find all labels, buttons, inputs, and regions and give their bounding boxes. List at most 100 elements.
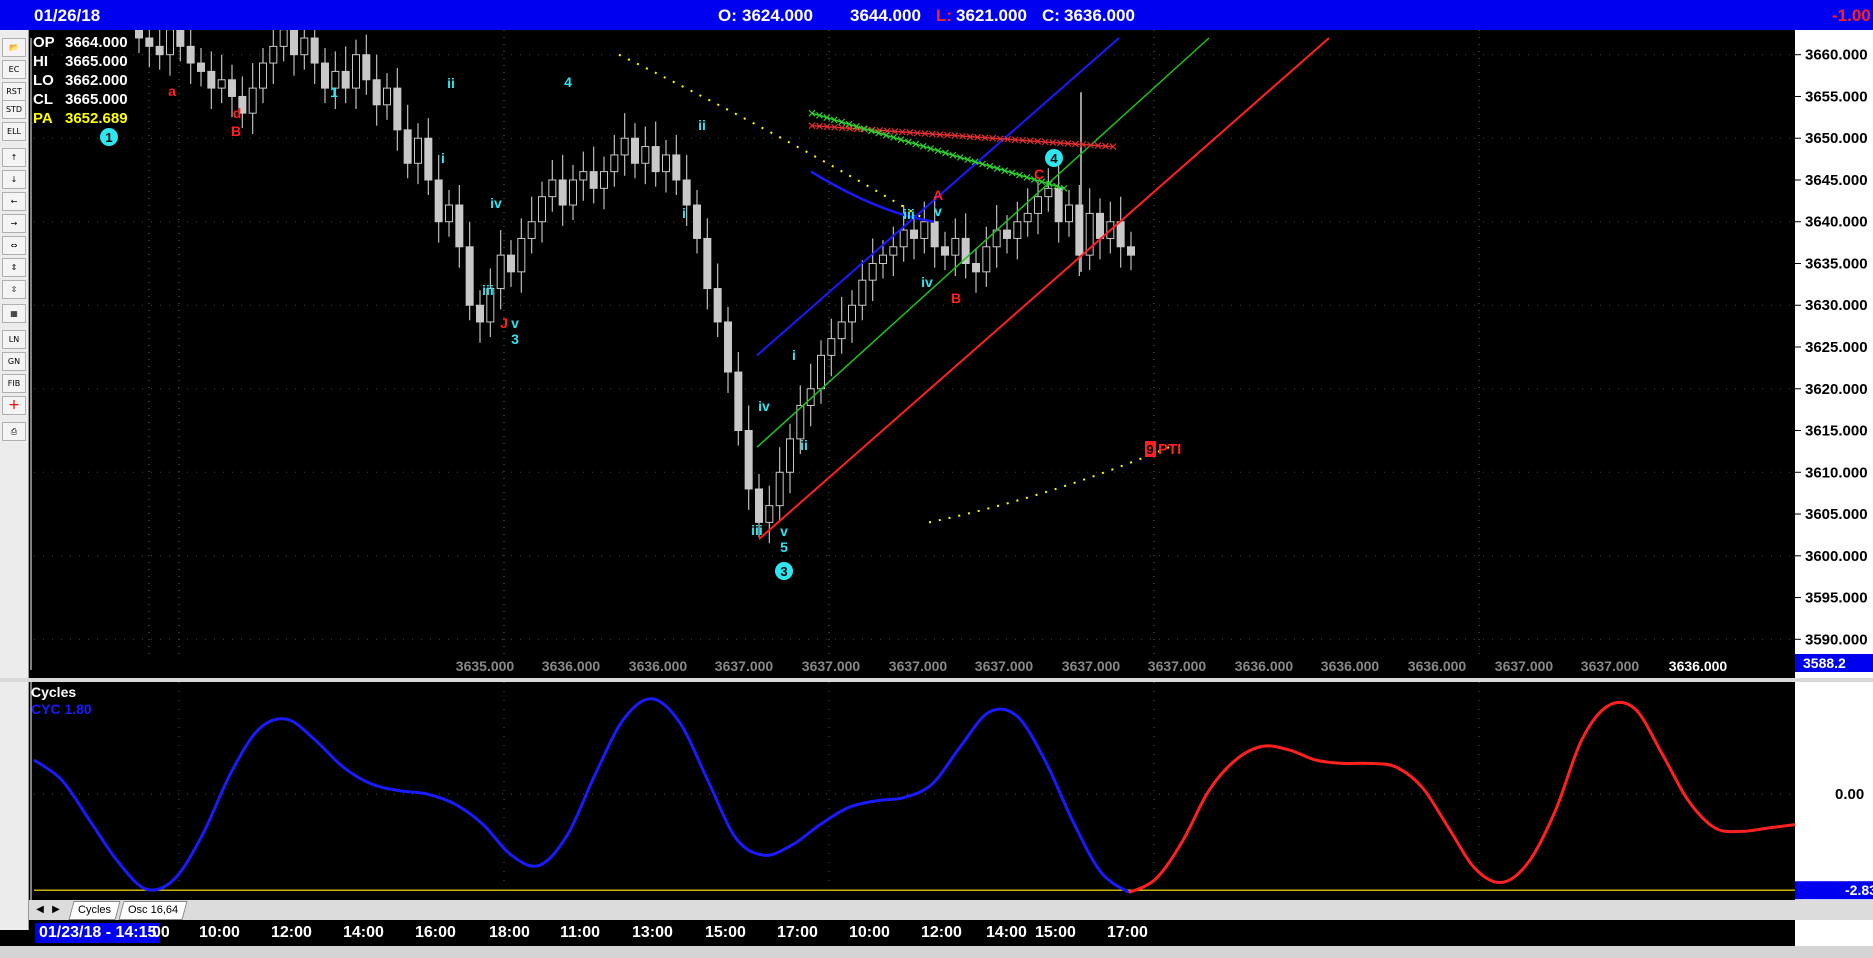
candle-body bbox=[186, 45, 195, 64]
wave-label: v bbox=[511, 315, 519, 331]
candle-body bbox=[755, 488, 763, 523]
header-high: 3644.000 bbox=[850, 6, 921, 25]
candle-body bbox=[734, 371, 743, 432]
header-open: 3624.000 bbox=[742, 6, 813, 25]
wave-label: ii bbox=[698, 117, 706, 133]
left-icon[interactable]: ← bbox=[2, 192, 26, 211]
circled-wave-label: 1 bbox=[105, 130, 112, 145]
header-close: 3636.000 bbox=[1064, 6, 1135, 25]
elliott-icon[interactable]: ELL bbox=[2, 122, 26, 141]
candle-body bbox=[631, 137, 639, 164]
down-icon[interactable]: ↓ bbox=[2, 170, 26, 189]
candle-body bbox=[879, 254, 887, 264]
readout-op_label: OP bbox=[33, 34, 55, 51]
price-tick-label: 3640.000 bbox=[1805, 214, 1868, 231]
candle-body bbox=[848, 304, 856, 323]
candle-body bbox=[579, 171, 588, 181]
lines-icon[interactable]: LN bbox=[2, 330, 26, 349]
bottom-value-label: 3636.000 bbox=[1235, 658, 1294, 674]
right-icon[interactable]: → bbox=[2, 214, 26, 233]
candle-body bbox=[827, 338, 836, 356]
candle-body bbox=[300, 37, 309, 56]
reset-icon[interactable]: RST bbox=[2, 82, 26, 101]
wave-label: B bbox=[231, 123, 241, 139]
open-folder-icon[interactable]: 📂 bbox=[2, 38, 26, 57]
candle-body bbox=[383, 87, 391, 106]
candle-body bbox=[414, 137, 422, 164]
bottom-value-label: 3636.000 bbox=[629, 658, 688, 674]
status-bar bbox=[0, 946, 1873, 958]
candle-body bbox=[682, 179, 691, 206]
time-axis-corner bbox=[1795, 920, 1873, 946]
candle-body bbox=[951, 237, 960, 256]
time-current-box: 01/23/18 - 14:15 bbox=[35, 923, 161, 943]
chart-grid bbox=[34, 30, 1795, 660]
candle-body bbox=[197, 62, 205, 72]
projection-dots-lower bbox=[928, 446, 1170, 524]
left-toolbar: 📂 EC RST STD ELL ↑ ↓ ← → ⇔ ⇕ ⇳ ▦ LN GN FIB + ⎙ bbox=[0, 30, 29, 930]
readout-lo: 3662.000 bbox=[65, 72, 128, 89]
zoom-icon[interactable]: ⇳ bbox=[2, 280, 26, 299]
candle-body bbox=[889, 246, 898, 256]
candle-body bbox=[1023, 212, 1032, 223]
candle-body bbox=[651, 146, 660, 173]
candle-body bbox=[1075, 204, 1084, 256]
osc-title: Cycles bbox=[31, 684, 76, 700]
candle-body bbox=[424, 137, 433, 181]
wave-label: v bbox=[934, 203, 942, 219]
osc-min-label: -2.83 bbox=[1845, 882, 1873, 898]
study-tab-bar: ◀ ▶ Cycles Osc 16,64 bbox=[29, 900, 1873, 920]
fib-icon[interactable]: FIB bbox=[2, 374, 26, 393]
candle-body bbox=[228, 79, 236, 97]
candle-body bbox=[558, 179, 567, 206]
price-tick-label: 3655.000 bbox=[1805, 88, 1868, 105]
tab-scroll-right-icon[interactable]: ▶ bbox=[49, 902, 63, 917]
wave-label: iv bbox=[921, 274, 933, 290]
candle-body bbox=[765, 505, 774, 523]
candle-body bbox=[548, 179, 557, 198]
time-axis-label: 14:00 bbox=[986, 924, 1027, 941]
bottom-value-label: 3635.000 bbox=[456, 658, 515, 674]
candle-body bbox=[455, 204, 464, 248]
candle-body bbox=[496, 254, 505, 290]
time-axis-label: 12:00 bbox=[271, 924, 312, 941]
wave-label: C bbox=[1034, 166, 1044, 182]
candle-body bbox=[207, 70, 216, 89]
gann-icon[interactable]: GN bbox=[2, 352, 26, 371]
tab-cycles[interactable]: Cycles bbox=[68, 901, 121, 920]
wave-label: J bbox=[500, 315, 508, 331]
elliott-count-icon[interactable]: EC bbox=[2, 60, 26, 79]
candle-body bbox=[279, 30, 288, 47]
readout-cl_label: CL bbox=[33, 91, 53, 108]
wave-label: iii bbox=[751, 522, 763, 538]
print-icon[interactable]: ⎙ bbox=[2, 422, 26, 441]
header-change: -1.00 bbox=[1832, 6, 1871, 25]
price-chart[interactable]: 3660.000 3655.000 3650.000 3645.000 3640.000… bbox=[29, 30, 1873, 678]
header-close-label: C: bbox=[1042, 6, 1060, 25]
candle-body bbox=[713, 288, 722, 323]
up-icon[interactable]: ↑ bbox=[2, 148, 26, 167]
candle-body bbox=[868, 262, 877, 281]
candle-body bbox=[321, 62, 329, 89]
wave-label: 1 bbox=[330, 84, 338, 100]
wave-label: A bbox=[933, 187, 943, 203]
tab-osc[interactable]: Osc 16,64 bbox=[118, 901, 188, 920]
price-tick-label: 3605.000 bbox=[1805, 506, 1868, 523]
cycles-oscillator-pane[interactable]: CyclesCYC 1.80 0.00 -2.83 bbox=[29, 682, 1873, 902]
grid-icon[interactable]: ▦ bbox=[2, 304, 26, 323]
osc-legend: CYC 1.80 bbox=[31, 701, 92, 717]
candle-body bbox=[610, 154, 619, 173]
candle-body bbox=[1065, 204, 1073, 223]
expand-icon[interactable]: ⇕ bbox=[2, 258, 26, 277]
circled-wave-label: 4 bbox=[1050, 151, 1058, 166]
candle-body bbox=[724, 321, 732, 373]
compress-icon[interactable]: ⇔ bbox=[2, 236, 26, 255]
study-icon[interactable]: STD bbox=[2, 100, 26, 119]
time-axis-label: 12:00 bbox=[921, 924, 962, 941]
candle-body bbox=[672, 154, 681, 181]
tab-scroll-left-icon[interactable]: ◀ bbox=[33, 902, 47, 917]
crosshair-icon[interactable]: + bbox=[2, 396, 26, 415]
wave-label: 4 bbox=[564, 74, 572, 90]
candle-body bbox=[290, 30, 298, 56]
channel-line-red bbox=[758, 37, 1330, 540]
